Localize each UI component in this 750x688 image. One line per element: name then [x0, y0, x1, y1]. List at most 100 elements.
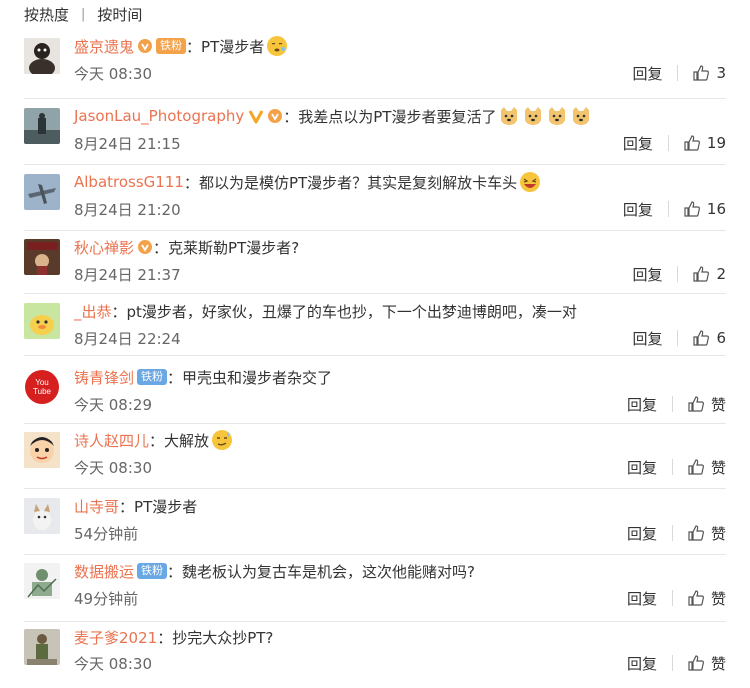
comment-item: 盛京遗鬼 铁粉 ： PT漫步者 今天 08:30 回复 3 [0, 34, 750, 99]
username[interactable]: 秋心禅影 [74, 237, 134, 258]
like-button[interactable]: 赞 [687, 523, 726, 544]
reply-button[interactable]: 回复 [632, 63, 662, 84]
thumbs-up-icon [688, 396, 704, 412]
comment-item: AlbatrossG111 ： 都以为是模仿PT漫步者？其实是复刻解放卡车头 8… [0, 170, 750, 231]
like-button[interactable]: 16 [683, 200, 726, 218]
like-button[interactable]: 19 [683, 134, 726, 152]
comment-time: 8月24日 21:37 [74, 265, 181, 284]
fan-badge[interactable]: 铁粉 [137, 563, 168, 579]
dog-emoji-icon [498, 105, 520, 127]
like-count: 2 [716, 265, 726, 283]
comment-text: PT漫步者 [134, 497, 198, 516]
reply-button[interactable]: 回复 [623, 199, 653, 220]
comment-text: 魏老板认为复古车是机会，这次他能赌对吗? [182, 562, 475, 581]
username[interactable]: 铸青锋剑 [74, 367, 134, 388]
sort-separator: | [81, 6, 86, 22]
reply-button[interactable]: 回复 [632, 328, 662, 349]
sort-bar: 按热度 | 按时间 [24, 4, 142, 24]
avatar[interactable] [24, 239, 60, 275]
comment-time: 今天 08:29 [74, 395, 152, 414]
like-button[interactable]: 赞 [687, 588, 726, 609]
username[interactable]: 山寺哥 [74, 496, 119, 517]
fan-badge[interactable]: 铁粉 [137, 369, 168, 385]
username[interactable]: 数据搬运 [74, 561, 134, 582]
reply-button[interactable]: 回复 [627, 394, 657, 415]
reply-button[interactable]: 回复 [627, 653, 657, 674]
like-button[interactable]: 6 [692, 329, 726, 347]
reply-button[interactable]: 回复 [627, 457, 657, 478]
thumbs-up-icon [688, 590, 704, 606]
vip-badge-icon[interactable] [137, 239, 153, 255]
comment-time: 8月24日 22:24 [74, 329, 181, 348]
comment-time: 54分钟前 [74, 524, 139, 543]
like-count: 3 [716, 64, 726, 82]
vip-badge-icon[interactable] [267, 108, 283, 124]
avatar[interactable] [24, 432, 60, 468]
fan-badge[interactable]: 铁粉 [156, 38, 187, 54]
reply-button[interactable]: 回复 [623, 133, 653, 154]
comment-item: 秋心禅影 ： 克莱斯勒PT漫步者? 8月24日 21:37 回复 2 [0, 235, 750, 295]
divider [24, 98, 726, 99]
like-label: 赞 [710, 524, 726, 543]
comment-text: 抄完大众抄PT? [172, 628, 274, 647]
svg-text:Tube: Tube [33, 387, 51, 396]
like-button[interactable]: 3 [692, 64, 726, 82]
avatar[interactable] [24, 108, 60, 144]
username[interactable]: 诗人赵四儿 [74, 430, 149, 451]
dog-emoji-icon [546, 105, 568, 127]
verified-v-icon[interactable] [248, 108, 264, 124]
comment-text: 我差点以为PT漫步者要复活了 [298, 107, 497, 126]
sweat-emoji-icon [211, 429, 233, 451]
reply-button[interactable]: 回复 [632, 264, 662, 285]
thumbs-up-icon [688, 459, 704, 475]
like-label: 赞 [710, 395, 726, 414]
avatar[interactable] [24, 498, 60, 534]
divider [24, 230, 726, 231]
username[interactable]: 盛京遗鬼 [74, 36, 134, 57]
like-button[interactable]: 赞 [687, 653, 726, 674]
like-label: 赞 [710, 654, 726, 673]
avatar[interactable] [24, 629, 60, 665]
comment-text: 甲壳虫和漫步者杂交了 [182, 368, 333, 387]
thumbs-up-icon [684, 201, 700, 217]
avatar[interactable]: You Tube [24, 369, 60, 405]
sort-by-time[interactable]: 按时间 [97, 4, 142, 25]
username[interactable]: JasonLau_Photography [74, 107, 244, 125]
thumbs-up-icon [693, 330, 710, 346]
reply-button[interactable]: 回复 [627, 523, 657, 544]
avatar[interactable] [24, 38, 60, 74]
comment-item: 数据搬运 铁粉 ： 魏老板认为复古车是机会，这次他能赌对吗? 49分钟前 回复 … [0, 559, 750, 622]
thumbs-up-icon [688, 525, 704, 541]
divider [24, 488, 726, 489]
thumbs-up-icon [693, 266, 710, 282]
comment-time: 今天 08:30 [74, 64, 152, 83]
avatar[interactable] [24, 303, 60, 339]
username[interactable]: 麦子爹2021 [74, 627, 157, 648]
avatar[interactable] [24, 174, 60, 210]
reply-button[interactable]: 回复 [627, 588, 657, 609]
divider [24, 554, 726, 555]
comment-text: pt漫步者，好家伙，丑爆了的车也抄，下一个出梦迪博朗吧，凑一对 [126, 302, 577, 321]
like-button[interactable]: 赞 [687, 394, 726, 415]
username[interactable]: _出恭 [74, 301, 112, 322]
comment-item: 诗人赵四儿 ： 大解放 今天 08:30 回复 赞 [0, 428, 750, 489]
like-button[interactable]: 赞 [687, 457, 726, 478]
sleepy-emoji-icon [266, 35, 288, 57]
comment-time: 49分钟前 [74, 589, 139, 608]
like-label: 赞 [710, 589, 726, 608]
comment-time: 今天 08:30 [74, 458, 152, 477]
comment-text: PT漫步者 [201, 37, 265, 56]
comment-text: 都以为是模仿PT漫步者？其实是复刻解放卡车头 [198, 173, 518, 192]
comment-time: 8月24日 21:15 [74, 134, 181, 153]
sort-by-hot[interactable]: 按热度 [24, 4, 69, 25]
comment-item: _出恭 ： pt漫步者，好家伙，丑爆了的车也抄，下一个出梦迪博朗吧，凑一对 8月… [0, 299, 750, 359]
comment-text: 克莱斯勒PT漫步者? [168, 238, 300, 257]
vip-badge-icon[interactable] [137, 38, 153, 54]
like-count: 16 [706, 200, 726, 218]
divider [24, 293, 726, 294]
avatar[interactable] [24, 563, 60, 599]
like-button[interactable]: 2 [692, 265, 726, 283]
divider [24, 621, 726, 622]
username[interactable]: AlbatrossG111 [74, 173, 184, 191]
comment-text: 大解放 [164, 431, 210, 450]
